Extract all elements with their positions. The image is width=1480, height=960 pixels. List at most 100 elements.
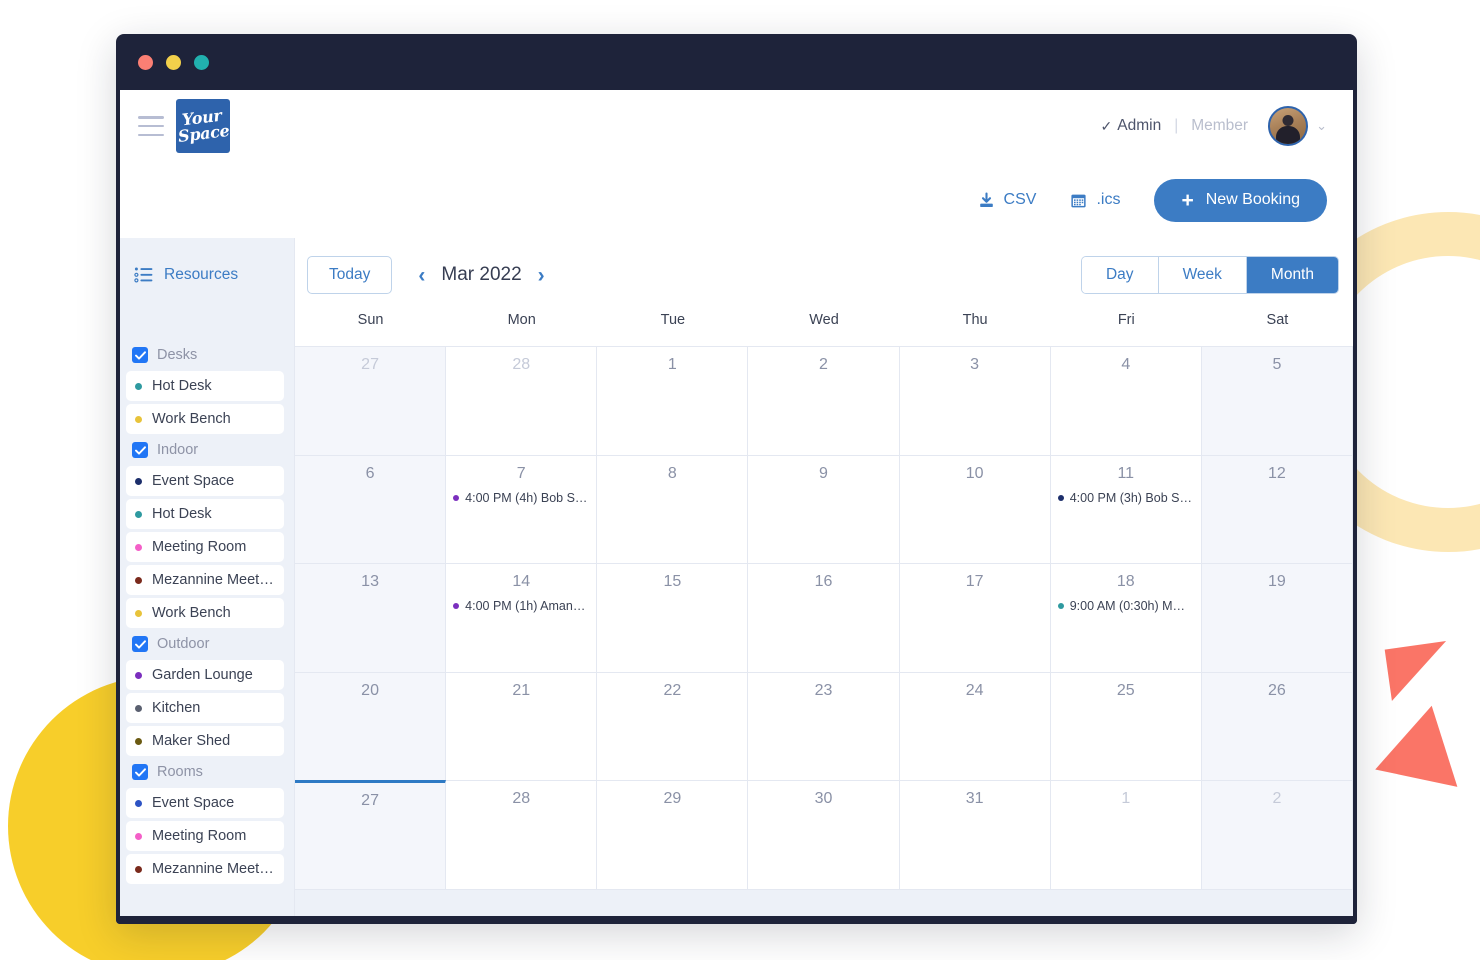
- calendar-day-cell[interactable]: 29: [597, 781, 749, 890]
- resource-item[interactable]: Hot Desk: [126, 371, 284, 401]
- day-number: 24: [965, 681, 984, 699]
- export-ics-button[interactable]: .ics: [1070, 191, 1120, 209]
- calendar-day-cell[interactable]: 24: [899, 672, 1051, 782]
- day-number: 29: [663, 790, 682, 808]
- resource-item-label: Kitchen: [152, 700, 201, 716]
- calendar-day-cell[interactable]: 10: [899, 455, 1051, 565]
- calendar-day-cell[interactable]: 25: [1050, 672, 1202, 782]
- chevron-right-icon[interactable]: ›: [538, 265, 545, 286]
- calendar-event[interactable]: 4:00 PM (4h) Bob S…: [453, 491, 592, 505]
- calendar-day-cell[interactable]: 2: [1201, 781, 1353, 890]
- calendar-day-cell[interactable]: 6: [295, 455, 447, 565]
- calendar-day-cell[interactable]: 30: [748, 781, 900, 890]
- view-button-day[interactable]: Day: [1081, 257, 1159, 293]
- checkbox-rooms[interactable]: [132, 764, 148, 780]
- calendar-day-cell[interactable]: 22: [597, 672, 749, 782]
- calendar-day-cell[interactable]: 28: [446, 347, 598, 456]
- resource-item[interactable]: Work Bench: [126, 598, 284, 628]
- resource-item[interactable]: Mezannine Meet…: [126, 854, 284, 884]
- day-number: 14: [512, 573, 531, 591]
- view-button-week[interactable]: Week: [1158, 257, 1247, 293]
- weekday-label-sat: Sat: [1266, 312, 1289, 328]
- resource-group-indoor[interactable]: Indoor: [120, 437, 294, 463]
- maximize-icon[interactable]: [194, 54, 209, 70]
- chevron-left-icon[interactable]: ‹: [418, 265, 425, 286]
- calendar-event[interactable]: 4:00 PM (3h) Bob S…: [1057, 491, 1197, 505]
- day-number: 1: [667, 356, 677, 373]
- calendar-day-cell[interactable]: 18 9:00 AM (0:30h) M…: [1050, 564, 1202, 673]
- resources-sidebar: Resources Desks Hot Desk Work Bench Indoor E…: [120, 238, 294, 916]
- resource-item[interactable]: Hot Desk: [126, 499, 284, 529]
- calendar-day-cell[interactable]: 21: [446, 672, 598, 782]
- calendar-day-cell[interactable]: 5: [1201, 347, 1353, 456]
- resource-group-label: Rooms: [157, 764, 203, 780]
- calendar-day-cell[interactable]: 16: [748, 564, 900, 673]
- calendar-day-cell[interactable]: 19: [1201, 564, 1353, 673]
- resource-group-desks[interactable]: Desks: [120, 342, 294, 368]
- day-number: 9: [819, 464, 828, 482]
- calendar-grid: 27 28 1 2 3 4 5 6 7 4:00 PM (4h) Bob S… 8 9 10 11 4:00…: [294, 346, 1353, 890]
- app-body: Resources Desks Hot Desk Work Bench Indoor E…: [120, 238, 1353, 916]
- calendar-day-cell[interactable]: 31: [899, 781, 1051, 890]
- calendar-day-cell[interactable]: 9: [748, 455, 900, 565]
- calendar-day-cell[interactable]: 17: [899, 564, 1051, 673]
- calendar-day-cell[interactable]: 27: [295, 780, 447, 890]
- resource-item-label: Work Bench: [152, 605, 231, 621]
- chevron-down-icon[interactable]: ⌄: [1316, 118, 1327, 134]
- today-button[interactable]: Today: [307, 256, 393, 294]
- calendar-day-cell[interactable]: 15: [597, 564, 749, 673]
- resource-item[interactable]: Meeting Room: [126, 821, 284, 851]
- new-booking-button[interactable]: + New Booking: [1154, 178, 1327, 222]
- calendar-day-cell[interactable]: 1: [1050, 781, 1202, 890]
- resource-item[interactable]: Garden Lounge: [126, 660, 284, 690]
- avatar[interactable]: [1268, 106, 1309, 146]
- resource-color-dot: [135, 543, 142, 551]
- resource-item[interactable]: Kitchen: [126, 693, 284, 723]
- calendar-day-cell[interactable]: 7 4:00 PM (4h) Bob S…: [446, 455, 598, 565]
- resource-group-rooms[interactable]: Rooms: [120, 759, 294, 785]
- role-toggle-admin[interactable]: ✓ Admin: [1101, 117, 1162, 135]
- calendar-day-cell[interactable]: 14 4:00 PM (1h) Aman…: [446, 564, 598, 673]
- resource-item[interactable]: Meeting Room: [126, 532, 284, 562]
- day-number: 6: [365, 464, 375, 482]
- calendar-panel: Today ‹ Mar 2022 › Day Week Month Sun Mon Tu…: [294, 238, 1353, 916]
- resource-item[interactable]: Work Bench: [126, 404, 284, 434]
- calendar-day-cell[interactable]: 26: [1201, 672, 1353, 782]
- app-header: Your Space ✓ Admin | Member ⌄: [120, 90, 1353, 162]
- calendar-day-cell[interactable]: 2: [748, 347, 900, 456]
- view-button-month[interactable]: Month: [1246, 257, 1338, 293]
- resource-group-label: Outdoor: [157, 636, 210, 652]
- resource-item[interactable]: Event Space: [126, 788, 284, 818]
- calendar-day-cell[interactable]: 8: [597, 455, 749, 565]
- checkbox-outdoor[interactable]: [132, 636, 148, 652]
- resource-group-outdoor[interactable]: Outdoor: [120, 631, 294, 657]
- close-icon[interactable]: [138, 54, 153, 70]
- resource-color-dot: [135, 576, 142, 584]
- export-ics-label: .ics: [1096, 191, 1121, 208]
- resource-item[interactable]: Maker Shed: [126, 726, 284, 756]
- checkbox-indoor[interactable]: [132, 442, 148, 458]
- calendar-event[interactable]: 9:00 AM (0:30h) M…: [1057, 599, 1197, 613]
- export-csv-button[interactable]: CSV: [978, 191, 1036, 209]
- calendar-day-cell[interactable]: 13: [295, 564, 447, 673]
- calendar-day-cell[interactable]: 3: [899, 347, 1051, 456]
- checkbox-desks[interactable]: [132, 347, 148, 363]
- weekday-label-sun: Sun: [357, 312, 384, 328]
- calendar-day-cell[interactable]: 27: [295, 347, 447, 456]
- minimize-icon[interactable]: [166, 54, 181, 70]
- resource-color-dot: [135, 671, 142, 679]
- resource-item[interactable]: Event Space: [126, 466, 284, 496]
- role-toggle-member[interactable]: Member: [1191, 117, 1248, 135]
- calendar-day-cell[interactable]: 28: [446, 781, 598, 890]
- calendar-day-cell[interactable]: 12: [1201, 455, 1353, 565]
- resource-item[interactable]: Mezannine Meet…: [126, 565, 284, 595]
- calendar-event[interactable]: 4:00 PM (1h) Aman…: [453, 599, 592, 613]
- app-logo[interactable]: Your Space: [176, 99, 230, 153]
- calendar-day-cell[interactable]: 20: [295, 672, 447, 782]
- resources-title: Resources: [164, 266, 239, 283]
- calendar-day-cell[interactable]: 11 4:00 PM (3h) Bob S…: [1050, 455, 1202, 565]
- hamburger-icon[interactable]: [138, 116, 164, 136]
- calendar-day-cell[interactable]: 1: [597, 347, 749, 456]
- calendar-day-cell[interactable]: 4: [1050, 347, 1202, 456]
- calendar-day-cell[interactable]: 23: [748, 672, 900, 782]
